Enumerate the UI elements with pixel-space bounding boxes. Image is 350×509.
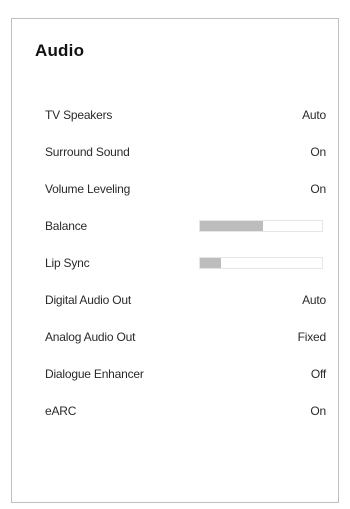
setting-label: Balance bbox=[45, 219, 87, 234]
setting-label: Digital Audio Out bbox=[45, 292, 131, 307]
lip-sync-slider[interactable] bbox=[199, 257, 323, 269]
settings-list: TV Speakers Auto Surround Sound On Volum… bbox=[45, 97, 326, 429]
lip-sync-slider-fill bbox=[200, 258, 221, 268]
setting-label: TV Speakers bbox=[45, 108, 113, 123]
setting-digital-audio-out[interactable]: Digital Audio Out Auto bbox=[45, 281, 326, 318]
setting-label: Volume Leveling bbox=[45, 182, 131, 197]
setting-balance[interactable]: Balance bbox=[45, 208, 326, 245]
setting-analog-audio-out[interactable]: Analog Audio Out Fixed bbox=[45, 318, 326, 355]
setting-label: Analog Audio Out bbox=[45, 329, 136, 344]
setting-tv-speakers[interactable]: TV Speakers Auto bbox=[45, 97, 326, 134]
setting-label: Surround Sound bbox=[45, 145, 130, 160]
setting-lip-sync[interactable]: Lip Sync bbox=[45, 245, 326, 282]
setting-value: Auto bbox=[302, 292, 326, 307]
setting-value: Auto bbox=[302, 108, 326, 123]
setting-surround-sound[interactable]: Surround Sound On bbox=[45, 134, 326, 171]
setting-dialogue-enhancer[interactable]: Dialogue Enhancer Off bbox=[45, 355, 326, 392]
setting-label: Dialogue Enhancer bbox=[45, 366, 144, 381]
setting-label: eARC bbox=[45, 403, 77, 418]
setting-value: Off bbox=[310, 366, 326, 381]
panel-title: Audio bbox=[35, 41, 85, 60]
balance-slider[interactable] bbox=[199, 220, 323, 233]
setting-value: On bbox=[310, 182, 326, 197]
setting-value: On bbox=[310, 403, 326, 418]
setting-value: On bbox=[310, 145, 326, 160]
setting-value: Fixed bbox=[297, 329, 327, 344]
audio-settings-panel: Audio TV Speakers Auto Surround Sound On… bbox=[11, 18, 339, 503]
setting-label: Lip Sync bbox=[45, 256, 90, 270]
setting-earc[interactable]: eARC On bbox=[45, 392, 326, 429]
setting-volume-leveling[interactable]: Volume Leveling On bbox=[45, 171, 326, 208]
balance-slider-fill bbox=[200, 221, 264, 232]
